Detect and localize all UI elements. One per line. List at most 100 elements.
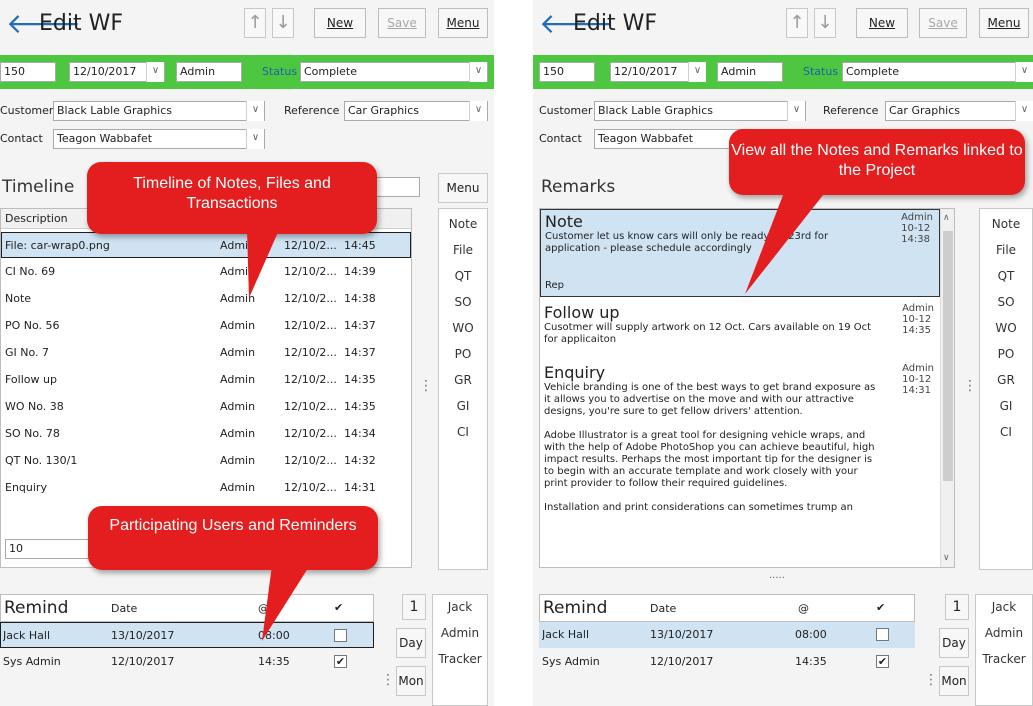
- splitter-handle-icon[interactable]: ⋮: [419, 378, 433, 394]
- splitter-handle-icon[interactable]: ⋮: [963, 378, 977, 394]
- add-gi-button[interactable]: GI: [439, 399, 487, 413]
- participant-item[interactable]: Tracker: [433, 652, 487, 666]
- up-arrow-icon[interactable]: ↑: [244, 8, 266, 38]
- add-qt-button[interactable]: QT: [980, 269, 1032, 283]
- day-button[interactable]: Day: [939, 628, 969, 658]
- new-button[interactable]: New: [856, 8, 908, 38]
- splitter-handle-icon[interactable]: ⋮: [924, 672, 938, 688]
- splitter-handle-icon[interactable]: ⋮: [381, 672, 395, 688]
- add-ci-button[interactable]: CI: [439, 425, 487, 439]
- chevron-down-icon[interactable]: ∨: [246, 129, 264, 149]
- remark-item[interactable]: Enquiry Vehicle branding is one of the b…: [540, 361, 940, 567]
- resize-handle[interactable]: .....: [769, 570, 785, 581]
- done-header[interactable]: ✔: [334, 601, 343, 614]
- add-note-button[interactable]: Note: [980, 217, 1032, 231]
- chevron-down-icon[interactable]: ∨: [469, 62, 487, 82]
- chevron-down-icon[interactable]: ∨: [146, 62, 164, 82]
- chevron-down-icon[interactable]: ∨: [787, 101, 805, 121]
- timeline-callout: Timeline of Notes, Files and Transaction…: [87, 162, 377, 234]
- day-button[interactable]: Day: [396, 628, 426, 658]
- table-row[interactable]: Follow up Admin 12/10/2... 14:35: [1, 367, 411, 393]
- participant-item[interactable]: Tracker: [976, 652, 1032, 666]
- table-row[interactable]: CI No. 69 Admin 12/10/2... 14:39: [1, 259, 411, 285]
- scrollbar-thumb[interactable]: [943, 231, 953, 481]
- record-id-field[interactable]: 150: [539, 62, 595, 82]
- reminder-done-checkbox[interactable]: [334, 629, 347, 642]
- new-button[interactable]: New: [314, 8, 366, 38]
- customer-select[interactable]: Black Lable Graphics: [594, 101, 806, 121]
- add-file-button[interactable]: File: [439, 243, 487, 257]
- reminder-row[interactable]: Jack Hall 13/10/2017 08:00: [539, 622, 915, 648]
- remark-item[interactable]: Note Customer let us know cars will only…: [540, 209, 940, 297]
- table-row[interactable]: Note Admin 12/10/2... 14:38: [1, 286, 411, 312]
- save-button[interactable]: Save: [919, 8, 967, 38]
- table-row[interactable]: SO No. 78 Admin 12/10/2... 14:34: [1, 421, 411, 447]
- month-button[interactable]: Mon: [939, 666, 969, 696]
- reminder-row[interactable]: Sys Admin 12/10/2017 14:35 ✔: [539, 649, 915, 675]
- scrollbar[interactable]: ∧ ∨: [940, 209, 954, 567]
- chevron-down-icon[interactable]: ∨: [1015, 101, 1033, 121]
- add-po-button[interactable]: PO: [439, 347, 487, 361]
- table-row[interactable]: PO No. 56 Admin 12/10/2... 14:37: [1, 313, 411, 339]
- add-so-button[interactable]: SO: [439, 295, 487, 309]
- reminder-done-checkbox[interactable]: [876, 628, 889, 641]
- chevron-up-icon[interactable]: ∧: [943, 213, 950, 223]
- record-id-field[interactable]: 150: [0, 62, 56, 82]
- timeline-menu-button[interactable]: Menu: [438, 173, 488, 203]
- add-wo-button[interactable]: WO: [439, 321, 487, 335]
- customer-select[interactable]: Black Lable Graphics: [53, 101, 265, 121]
- participant-item[interactable]: Jack: [433, 600, 487, 614]
- add-gi-button[interactable]: GI: [980, 399, 1032, 413]
- add-file-button[interactable]: File: [980, 243, 1032, 257]
- done-header[interactable]: ✔: [876, 601, 885, 614]
- add-gr-button[interactable]: GR: [439, 373, 487, 387]
- remark-time: 14:31: [902, 385, 931, 396]
- table-row[interactable]: Enquiry Admin 12/10/2... 14:31: [1, 475, 411, 501]
- up-arrow-icon[interactable]: ↑: [786, 8, 808, 38]
- reference-select[interactable]: Car Graphics: [885, 101, 1033, 121]
- table-row[interactable]: GI No. 7 Admin 12/10/2... 14:37: [1, 340, 411, 366]
- chevron-down-icon[interactable]: ∨: [1015, 62, 1033, 82]
- participant-item[interactable]: Jack: [976, 600, 1032, 614]
- status-select[interactable]: Complete: [842, 62, 1033, 82]
- chevron-down-icon[interactable]: ∨: [469, 101, 487, 121]
- add-gr-button[interactable]: GR: [980, 373, 1032, 387]
- participant-item[interactable]: Admin: [433, 626, 487, 640]
- table-row[interactable]: WO No. 38 Admin 12/10/2... 14:35: [1, 394, 411, 420]
- date-header[interactable]: Date: [111, 602, 137, 615]
- date-header[interactable]: Date: [650, 602, 676, 615]
- user-field[interactable]: Admin: [176, 62, 242, 82]
- reminder-row[interactable]: Sys Admin 12/10/2017 14:35 ✔: [0, 649, 374, 675]
- add-po-button[interactable]: PO: [980, 347, 1032, 361]
- menu-button[interactable]: Menu: [979, 8, 1029, 38]
- month-button[interactable]: Mon: [396, 666, 426, 696]
- table-row[interactable]: File: car-wrap0.png Admin 12/10/2... 14:…: [1, 232, 411, 258]
- reference-select[interactable]: Car Graphics: [344, 101, 488, 121]
- contact-select[interactable]: Teagon Wabbafet: [53, 129, 265, 149]
- reminder-done-checkbox[interactable]: ✔: [334, 655, 347, 668]
- add-so-button[interactable]: SO: [980, 295, 1032, 309]
- reminder-done-checkbox[interactable]: ✔: [876, 655, 889, 668]
- add-note-button[interactable]: Note: [439, 217, 487, 231]
- participant-item[interactable]: Admin: [976, 626, 1032, 640]
- reminder-count[interactable]: 1: [402, 594, 426, 620]
- reminder-count[interactable]: 1: [945, 594, 969, 620]
- chevron-down-icon[interactable]: ∨: [688, 62, 706, 82]
- down-arrow-icon[interactable]: ↓: [272, 8, 294, 38]
- page-size-field[interactable]: 10: [5, 539, 95, 559]
- user-field[interactable]: Admin: [717, 62, 783, 82]
- remark-item[interactable]: Follow up Cusotmer will supply artwork o…: [540, 301, 940, 357]
- table-row[interactable]: QT No. 130/1 Admin 12/10/2... 14:32: [1, 448, 411, 474]
- add-wo-button[interactable]: WO: [980, 321, 1032, 335]
- chevron-down-icon[interactable]: ∨: [246, 101, 264, 121]
- menu-button[interactable]: Menu: [438, 8, 488, 38]
- time-header[interactable]: @: [798, 602, 809, 615]
- status-select[interactable]: Complete: [300, 62, 488, 82]
- add-qt-button[interactable]: QT: [439, 269, 487, 283]
- save-button[interactable]: Save: [378, 8, 426, 38]
- down-arrow-icon[interactable]: ↓: [814, 8, 836, 38]
- chevron-down-icon[interactable]: ∨: [943, 553, 950, 563]
- row-description: Enquiry: [5, 481, 47, 494]
- description-header[interactable]: Description: [5, 212, 68, 225]
- add-ci-button[interactable]: CI: [980, 425, 1032, 439]
